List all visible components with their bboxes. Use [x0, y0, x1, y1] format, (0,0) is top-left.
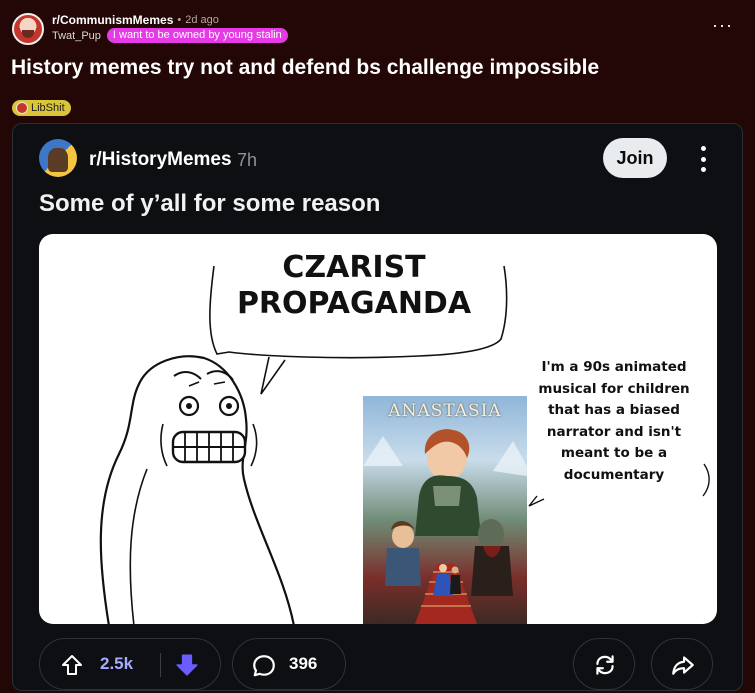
embedded-more-options-icon [699, 146, 707, 172]
post-title[interactable]: History memes try not and defend bs chal… [11, 56, 599, 80]
upvote-icon [62, 655, 82, 675]
post-meta: r/CommunismMemes • 2d ago Twat_Pup I wan… [52, 13, 288, 43]
vote-control: 2.5k [39, 638, 221, 690]
embedded-post-title: Some of y’all for some reason [39, 190, 381, 217]
embedded-subreddit-avatar [39, 139, 77, 177]
flair-emoji-icon [16, 102, 28, 114]
subreddit-link[interactable]: r/CommunismMemes [52, 13, 173, 27]
anastasia-poster: ANASTASIA [363, 396, 527, 624]
post-flair[interactable]: LibShit [12, 100, 71, 116]
meme-image: CZARIST PROPAGANDA I'm a 90s animated mu… [39, 234, 717, 624]
share-icon [672, 656, 694, 675]
caption-line: documentary [563, 466, 665, 483]
movie-caption: I'm a 90s animated musical for children … [519, 357, 709, 486]
bubble-line: PROPAGANDA [236, 286, 472, 321]
downvote-icon [176, 654, 198, 676]
bubble-line: CZARIST [282, 250, 426, 285]
caption-line: meant to be a [560, 445, 668, 461]
poster-art [363, 429, 527, 624]
embedded-post-time: 7h [237, 150, 258, 170]
caption-line: I'm a 90s animated [541, 359, 687, 375]
poster-title: ANASTASIA [388, 401, 502, 421]
post-flair-label: LibShit [31, 102, 65, 114]
meta-separator: • [177, 14, 182, 26]
post-time: 2d ago [185, 14, 219, 26]
comments-button: 396 [232, 638, 346, 690]
caption-line: narrator and isn't [546, 423, 682, 440]
share-button [651, 638, 713, 690]
join-button: Join [603, 138, 667, 178]
comment-icon [253, 655, 275, 677]
post-more-options-icon[interactable]: ··· [712, 16, 733, 34]
post-header: r/CommunismMemes • 2d ago Twat_Pup I wan… [12, 13, 288, 45]
caption-line: that has a biased [548, 402, 680, 418]
embedded-subreddit-name: r/HistoryMemes [89, 149, 232, 170]
subreddit-avatar[interactable] [12, 13, 44, 45]
speech-bubble-text: CZARIST PROPAGANDA [209, 250, 499, 322]
comment-count: 396 [289, 654, 318, 673]
vote-divider [160, 653, 161, 677]
author-link[interactable]: Twat_Pup [52, 29, 101, 43]
vote-count: 2.5k [100, 654, 134, 673]
crosspost-button [573, 638, 635, 690]
caption-line: musical for children [538, 380, 690, 397]
user-flair: I want to be owned by young stalin [106, 28, 288, 43]
embedded-post[interactable]: r/HistoryMemes 7h Join Some of y’all for… [12, 123, 743, 691]
crosspost-icon [596, 655, 614, 675]
